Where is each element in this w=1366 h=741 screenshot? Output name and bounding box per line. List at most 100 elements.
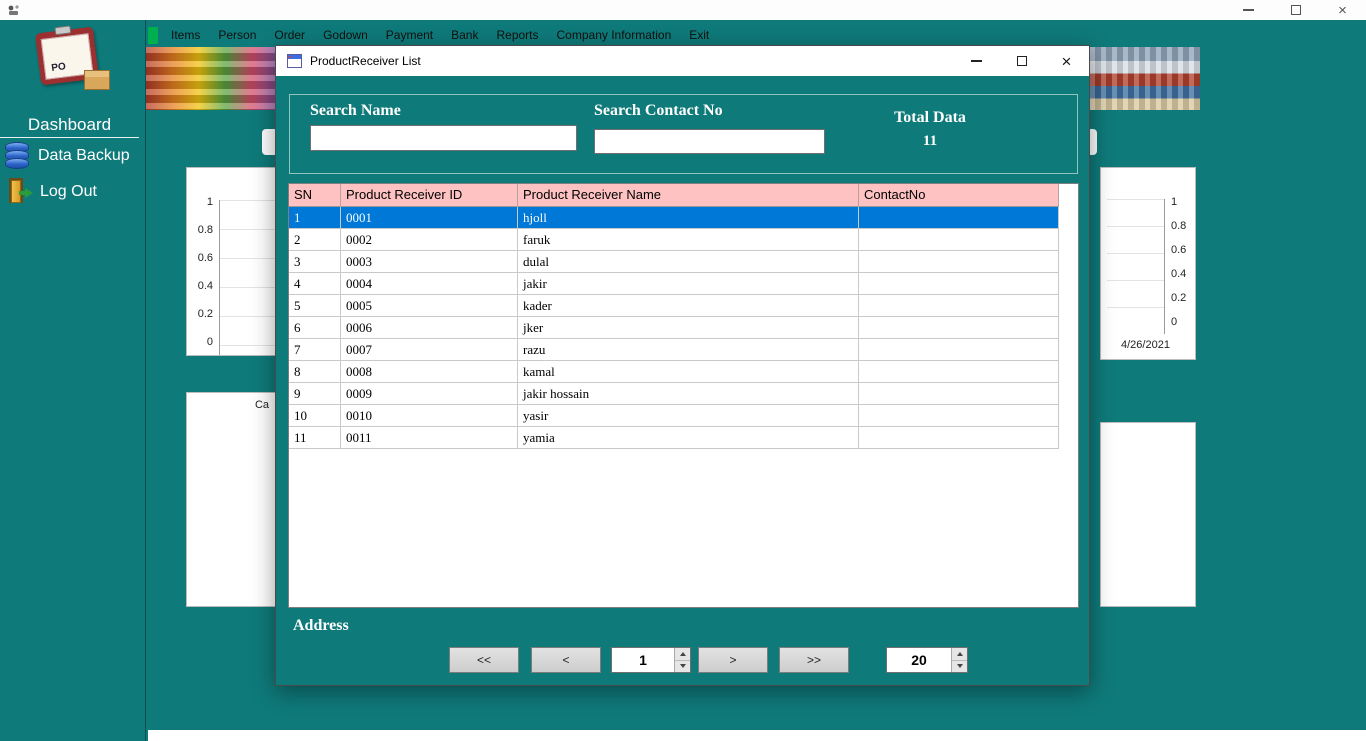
grid-header-cell[interactable]: Product Receiver Name [518, 184, 859, 207]
window-controls: × [1225, 0, 1366, 20]
table-row[interactable]: 2 0002 faruk [289, 229, 1078, 251]
table-row[interactable]: 10 0010 yasir [289, 405, 1078, 427]
sidebar-item-dashboard[interactable]: Dashboard [0, 115, 139, 135]
address-label: Address [293, 617, 349, 634]
table-row[interactable]: 1 0001 hjoll [289, 207, 1078, 229]
page-number-input[interactable]: 1 [611, 647, 691, 673]
table-cell: 0008 [341, 361, 518, 383]
logo-text: PO [50, 61, 67, 74]
table-cell: 10 [289, 405, 341, 427]
axis-tick-label: 1 [1171, 196, 1178, 208]
sidebar-item-label: Data Backup [38, 146, 130, 164]
menu-item-godown[interactable]: Godown [314, 27, 377, 44]
table-row[interactable]: 8 0008 kamal [289, 361, 1078, 383]
close-button[interactable]: × [1319, 0, 1366, 20]
axis-tick-label: 0.6 [197, 252, 213, 264]
page-size-spinner [951, 648, 967, 672]
table-cell: kader [518, 295, 859, 317]
dialog-productreceiver-list: ProductReceiver List × Search Name Searc… [275, 45, 1090, 686]
page-spin-down-button[interactable] [675, 660, 690, 672]
total-data-label: Total Data [894, 109, 966, 126]
table-cell: 0009 [341, 383, 518, 405]
table-cell: 0006 [341, 317, 518, 339]
menu-item-company-information[interactable]: Company Information [548, 27, 681, 44]
menu-item-person[interactable]: Person [209, 27, 265, 44]
grid-header-cell[interactable]: ContactNo [859, 184, 1059, 207]
dialog-close-button[interactable]: × [1044, 46, 1089, 76]
table-cell: 1 [289, 207, 341, 229]
table-row[interactable]: 6 0006 jker [289, 317, 1078, 339]
page-size-value: 20 [911, 652, 927, 668]
table-row[interactable]: 5 0005 kader [289, 295, 1078, 317]
table-cell: 3 [289, 251, 341, 273]
grid-header-cell[interactable]: Product Receiver ID [341, 184, 518, 207]
page-spinner [674, 648, 690, 672]
search-contact-label: Search Contact No [594, 102, 723, 119]
table-cell: 0010 [341, 405, 518, 427]
axis-tick-label: 0.4 [1171, 268, 1187, 280]
table-cell: 8 [289, 361, 341, 383]
grid-header-cell[interactable]: SN [289, 184, 341, 207]
table-cell: faruk [518, 229, 859, 251]
table-cell [859, 405, 1059, 427]
table-row[interactable]: 9 0009 jakir hossain [289, 383, 1078, 405]
table-cell: 0007 [341, 339, 518, 361]
menu-item-reports[interactable]: Reports [487, 27, 547, 44]
sidebar-item-data-backup[interactable]: Data Backup [5, 142, 130, 169]
total-data-value: 11 [922, 133, 938, 149]
table-row[interactable]: 4 0004 jakir [289, 273, 1078, 295]
sidebar-item-label: Log Out [40, 182, 97, 200]
table-cell: hjoll [518, 207, 859, 229]
table-cell [859, 339, 1059, 361]
menu-active-indicator [148, 27, 158, 44]
search-name-input[interactable] [310, 125, 577, 151]
axis-tick-label: 1 [206, 196, 213, 208]
axis-tick-label: 0.4 [197, 280, 213, 292]
menu-item-exit[interactable]: Exit [680, 27, 718, 44]
maximize-button[interactable] [1272, 0, 1319, 20]
table-cell: 0004 [341, 273, 518, 295]
last-page-button[interactable]: >> [779, 647, 849, 673]
form-icon [287, 54, 302, 68]
prev-page-button[interactable]: < [531, 647, 601, 673]
table-cell [859, 317, 1059, 339]
dialog-maximize-button[interactable] [999, 46, 1044, 76]
size-spin-up-button[interactable] [952, 648, 967, 661]
dialog-minimize-button[interactable] [954, 46, 999, 76]
table-cell [859, 383, 1059, 405]
page-spin-up-button[interactable] [675, 648, 690, 661]
menu-bar: Items Person Order Godown Payment Bank Reports… [162, 27, 718, 44]
total-data-block: Total Data 11 [860, 109, 1000, 150]
menu-item-order[interactable]: Order [265, 27, 314, 44]
menu-item-payment[interactable]: Payment [377, 27, 442, 44]
next-page-button[interactable]: > [698, 647, 768, 673]
database-icon [5, 142, 29, 169]
axis-tick-label: 0.8 [197, 224, 213, 236]
table-cell [859, 427, 1059, 449]
table-cell: kamal [518, 361, 859, 383]
table-row[interactable]: 3 0003 dulal [289, 251, 1078, 273]
dashboard-chart-right: 1 0.8 0.6 0.4 0.2 0 4/26/2021 [1100, 167, 1196, 360]
dashboard-underline [0, 137, 139, 138]
table-cell: 0011 [341, 427, 518, 449]
panel-label: Ca [254, 399, 269, 411]
axis-tick-label: 0.8 [1171, 220, 1187, 232]
page-size-input[interactable]: 20 [886, 647, 968, 673]
dialog-title: ProductReceiver List [310, 54, 421, 68]
table-row[interactable]: 11 0011 yamia [289, 427, 1078, 449]
table-row[interactable]: 7 0007 razu [289, 339, 1078, 361]
data-grid: SN Product Receiver ID Product Receiver Na… [288, 183, 1079, 608]
table-cell [859, 295, 1059, 317]
minimize-button[interactable] [1225, 0, 1272, 20]
menu-item-items[interactable]: Items [162, 27, 209, 44]
axis-tick-label: 0 [206, 336, 213, 348]
sidebar-item-log-out[interactable]: Log Out [7, 178, 97, 205]
table-cell: 5 [289, 295, 341, 317]
first-page-button[interactable]: << [449, 647, 519, 673]
search-contact-input[interactable] [594, 129, 825, 154]
menu-item-bank[interactable]: Bank [442, 27, 487, 44]
table-cell: jakir [518, 273, 859, 295]
storefront-photo-left [146, 47, 278, 110]
size-spin-down-button[interactable] [952, 660, 967, 672]
axis-tick-label: 0 [1171, 316, 1178, 328]
